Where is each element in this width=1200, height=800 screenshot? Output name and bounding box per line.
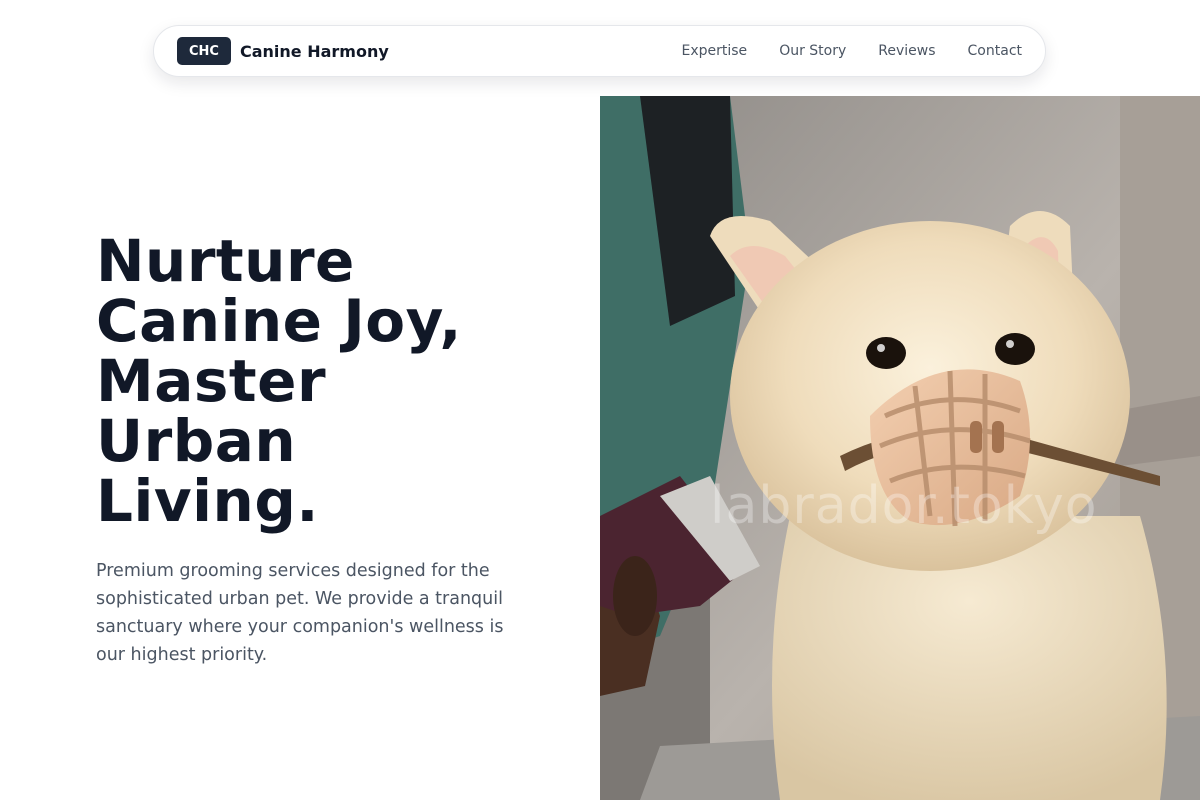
- brand-badge: CHC: [177, 37, 231, 65]
- hero-dog-photo: labrador.tokyo: [600, 96, 1200, 800]
- nav-link-our-story[interactable]: Our Story: [779, 43, 846, 59]
- hero-title-line: Living.: [96, 467, 319, 535]
- image-watermark: labrador.tokyo: [710, 476, 1098, 536]
- hero-subtitle: Premium grooming services designed for t…: [96, 561, 504, 665]
- hero-title-line: Nurture: [96, 227, 355, 295]
- brand-name: Canine Harmony: [240, 41, 389, 61]
- nav-link-expertise[interactable]: Expertise: [682, 43, 748, 59]
- hero-title-line: Canine Joy,: [96, 287, 462, 355]
- nav-link-contact[interactable]: Contact: [968, 43, 1022, 59]
- brand-logo[interactable]: CHC Canine Harmony: [177, 37, 389, 65]
- hero-title-line: Urban: [96, 407, 297, 475]
- hero-copy: Nurture Canine Joy, Master Urban Living.…: [96, 231, 566, 669]
- navbar: CHC Canine Harmony Expertise Our Story R…: [153, 25, 1046, 77]
- hero-title: Nurture Canine Joy, Master Urban Living.: [96, 231, 566, 531]
- nav-link-reviews[interactable]: Reviews: [878, 43, 935, 59]
- nav-links: Expertise Our Story Reviews Contact: [682, 43, 1023, 59]
- hero-title-line: Master: [96, 347, 327, 415]
